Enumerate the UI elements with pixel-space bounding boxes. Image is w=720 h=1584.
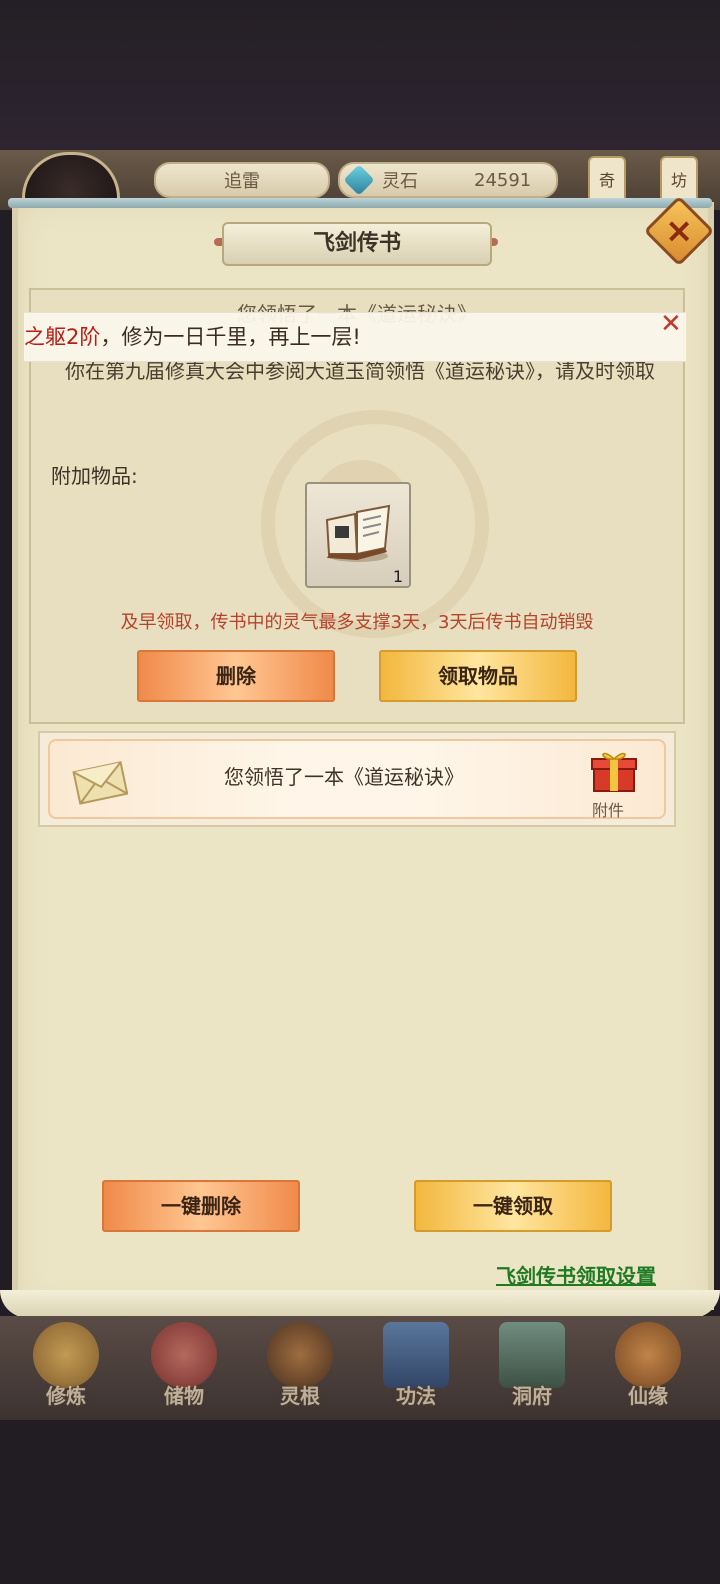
spirit-stone-icon — [343, 164, 375, 196]
book-icon — [325, 504, 391, 562]
fate-gourd-icon — [615, 1322, 681, 1388]
delete-button[interactable]: 删除 — [137, 650, 335, 702]
mail-item-card: 您领悟了一本《道运秘诀》 附件 — [48, 739, 666, 820]
notification-banner: 之躯2阶，修为一日千里，再上一层! — [24, 312, 686, 362]
mail-claim-settings-link[interactable]: 飞剑传书领取设置 — [496, 1260, 656, 1289]
attachment-label: 附加物品: — [51, 464, 138, 488]
claim-items-button[interactable]: 领取物品 — [379, 650, 577, 702]
notification-close-icon[interactable]: ✕ — [660, 311, 684, 337]
expiry-warning: 及早领取，传书中的灵气最多支撑3天，3天后传书自动销毁 — [120, 612, 594, 633]
player-name-pill: 追雷 — [154, 162, 330, 198]
currency-label: 灵石 — [382, 171, 418, 192]
spirit-root-icon — [267, 1322, 333, 1388]
nav-label: 仙缘 — [628, 1384, 668, 1408]
currency-value: 24591 — [474, 169, 532, 191]
nav-label: 灵根 — [280, 1384, 320, 1408]
nav-label: 功法 — [396, 1384, 436, 1408]
player-name: 追雷 — [224, 171, 260, 192]
nav-fate[interactable]: 仙缘 — [598, 1316, 698, 1416]
scroll-bottom-curl — [0, 1290, 720, 1318]
currency-pill: 灵石 24591 — [338, 162, 558, 198]
nav-spirit-root[interactable]: 灵根 — [250, 1316, 350, 1416]
nav-label: 储物 — [164, 1384, 204, 1408]
nav-techniques[interactable]: 功法 — [366, 1316, 466, 1416]
notification-highlight: 之躯2阶 — [24, 325, 101, 349]
notification-text: ，修为一日千里，再上一层! — [100, 325, 361, 349]
cultivator-icon — [33, 1322, 99, 1388]
mail-subject: 您领悟了一本《道运秘诀》 — [224, 765, 464, 789]
cave-abode-icon — [499, 1322, 565, 1388]
storage-bag-icon — [151, 1322, 217, 1388]
close-icon: × — [664, 211, 694, 251]
mail-list-item[interactable]: 您领悟了一本《道运秘诀》 附件 — [38, 731, 676, 827]
nav-cultivate[interactable]: 修炼 — [16, 1316, 116, 1416]
top-background — [0, 0, 720, 150]
attachment-tag: 附件 — [592, 801, 625, 820]
scroll-rod — [8, 198, 712, 208]
delete-all-button[interactable]: 一键删除 — [102, 1180, 300, 1232]
attachment-item-slot[interactable]: 1 — [305, 482, 411, 588]
nav-cave-abode[interactable]: 洞府 — [482, 1316, 582, 1416]
item-count: 1 — [392, 567, 403, 586]
nav-storage[interactable]: 储物 — [134, 1316, 234, 1416]
claim-all-button[interactable]: 一键领取 — [414, 1180, 612, 1232]
gift-box-icon — [591, 752, 637, 792]
nav-label: 修炼 — [46, 1384, 86, 1408]
bottom-background — [0, 1420, 720, 1584]
technique-book-icon — [383, 1322, 449, 1388]
dialog-title: 飞剑传书 — [222, 222, 492, 266]
nav-label: 洞府 — [512, 1384, 552, 1408]
